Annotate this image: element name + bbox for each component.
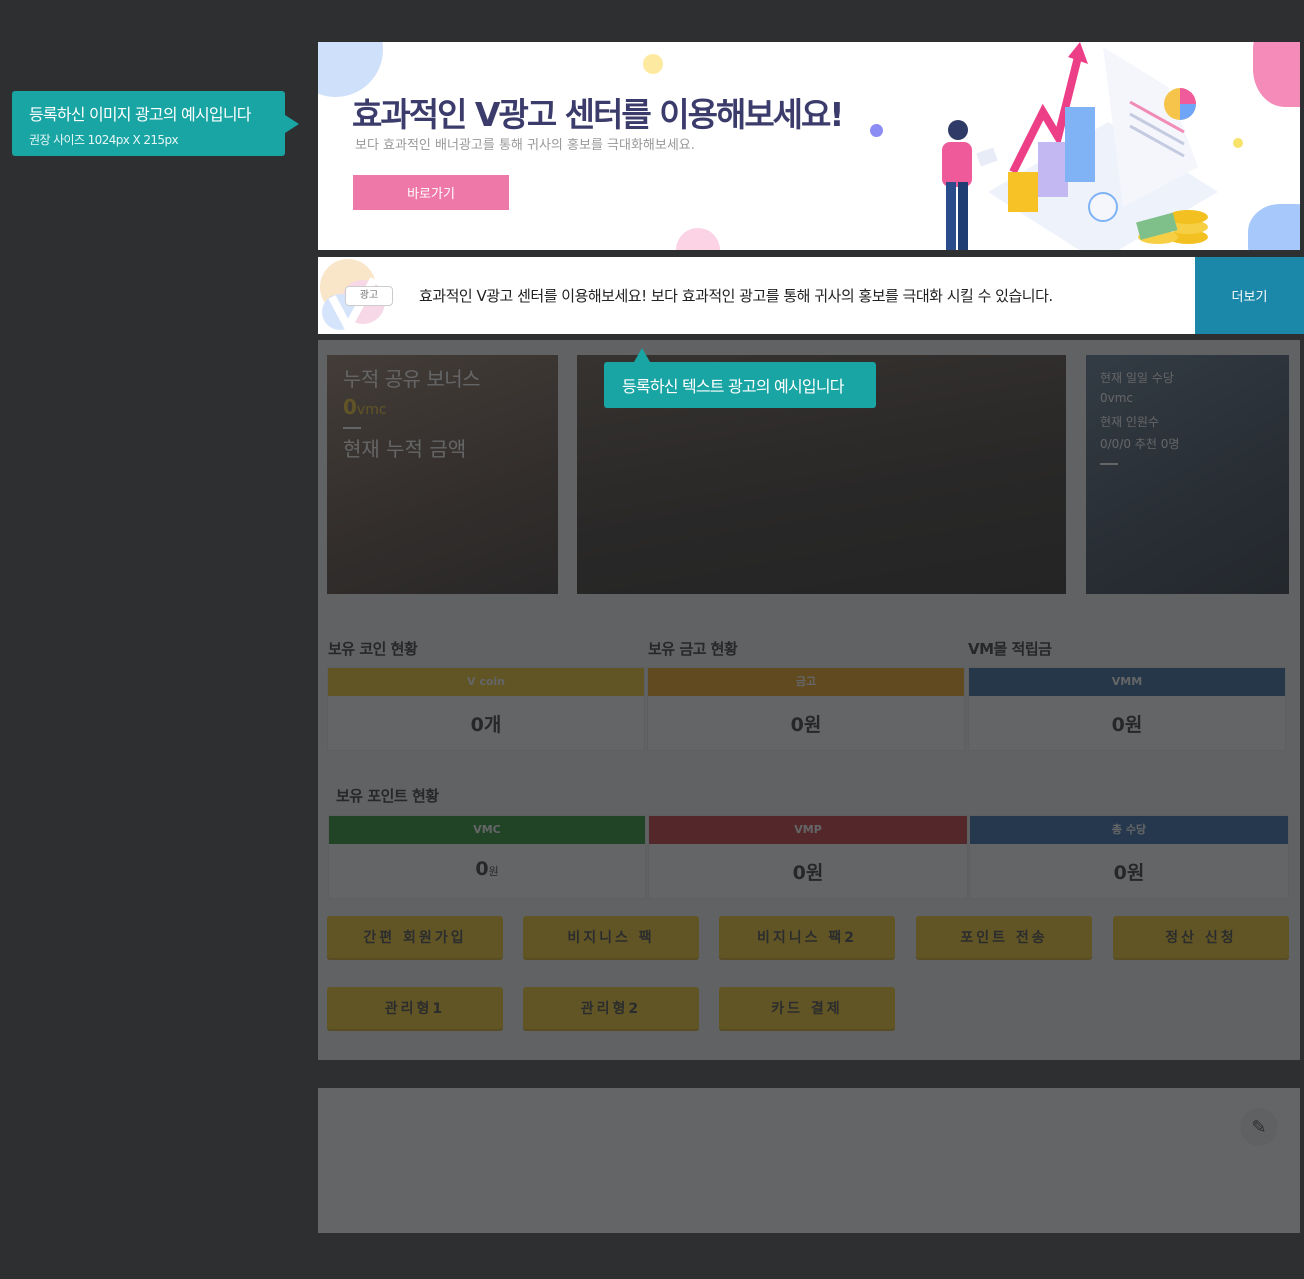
managed-type1-button[interactable]: 관리형1 xyxy=(327,987,503,1029)
gold-box: 금고 0원 xyxy=(647,667,965,751)
pencil-icon[interactable]: ✎ xyxy=(1240,1108,1278,1146)
divider xyxy=(1100,463,1118,465)
divider xyxy=(343,427,361,429)
decor-blob xyxy=(1253,42,1300,107)
dashboard-content: 누적 공유 보너스 0vmc 현재 누적 금액 현재 일일 수당 0vmc 현재… xyxy=(318,340,1300,1060)
lower-panel: ✎ xyxy=(318,1088,1300,1233)
gold-holdings-label: 보유 금고 현황 xyxy=(648,640,738,658)
vmp-value: 0원 xyxy=(792,862,824,884)
decor-circle xyxy=(643,54,663,74)
share-bonus-title: 누적 공유 보너스 xyxy=(343,367,481,391)
image-ad-banner[interactable]: 효과적인 V광고 센터를 이용해보세요! 보다 효과적인 배너광고를 통해 귀사… xyxy=(318,42,1300,250)
text-ad-tooltip: 등록하신 텍스트 광고의 예시입니다 xyxy=(604,348,876,408)
vcoin-header: V coin xyxy=(328,668,644,696)
share-bonus-card[interactable]: 누적 공유 보너스 0vmc 현재 누적 금액 xyxy=(327,355,558,594)
go-button[interactable]: 바로가기 xyxy=(353,175,509,210)
decor-circle xyxy=(676,228,720,250)
business-pack2-button[interactable]: 비지니스 팩2 xyxy=(719,916,895,958)
image-ad-size-hint: 권장 사이즈 1024px X 215px xyxy=(29,133,179,147)
text-ad-message: 효과적인 V광고 센터를 이용해보세요! 보다 효과적인 광고를 통해 귀사의 … xyxy=(419,287,1053,305)
business-pack-button[interactable]: 비지니스 팩 xyxy=(523,916,699,958)
point-transfer-button[interactable]: 포인트 전송 xyxy=(916,916,1092,958)
image-ad-tooltip: 등록하신 이미지 광고의 예시입니다 권장 사이즈 1024px X 215px xyxy=(12,91,299,156)
headcount-label: 현재 인원수 xyxy=(1100,415,1160,429)
vmm-value: 0원 xyxy=(1111,714,1143,736)
banner-subtitle: 보다 효과적인 배너광고를 통해 귀사의 홍보를 극대화해보세요. xyxy=(355,138,695,153)
vmm-header: VMM xyxy=(969,668,1285,696)
text-ad-bar[interactable]: 광고 효과적인 V광고 센터를 이용해보세요! 보다 효과적인 광고를 통해 귀… xyxy=(318,257,1304,334)
vmc-header: VMC xyxy=(329,816,645,844)
decor-blob xyxy=(1248,204,1300,250)
gold-header: 금고 xyxy=(648,668,964,696)
ad-tag-badge: 광고 xyxy=(345,286,393,306)
vcoin-value: 0개 xyxy=(470,714,502,736)
more-button[interactable]: 더보기 xyxy=(1195,257,1304,334)
vmm-box: VMM 0원 xyxy=(968,667,1286,751)
total-allowance-header: 총 수당 xyxy=(970,816,1288,844)
simple-signup-button[interactable]: 간편 회원가입 xyxy=(327,916,503,958)
daily-allowance-card[interactable]: 현재 일일 수당 0vmc 현재 인원수 0/0/0 추천 0명 xyxy=(1086,355,1289,594)
analytics-illustration xyxy=(942,42,1218,250)
points-holdings-label: 보유 포인트 현황 xyxy=(336,787,439,805)
vm-reserve-label: VM몰 적립금 xyxy=(968,640,1052,658)
managed-type2-button[interactable]: 관리형2 xyxy=(523,987,699,1029)
total-allowance-value: 0원 xyxy=(1113,862,1145,884)
coin-holdings-label: 보유 코인 현황 xyxy=(328,640,418,658)
daily-allowance-label: 현재 일일 수당 xyxy=(1100,371,1174,385)
share-bonus-value: 0vmc xyxy=(343,395,387,419)
vmp-header: VMP xyxy=(649,816,967,844)
card-payment-button[interactable]: 카드 결제 xyxy=(719,987,895,1029)
banner-headline: 효과적인 V광고 센터를 이용해보세요! xyxy=(352,95,844,134)
gold-value: 0원 xyxy=(790,714,822,736)
vcoin-box: V coin 0개 xyxy=(327,667,645,751)
headcount-value: 0/0/0 추천 0명 xyxy=(1100,437,1180,451)
daily-allowance-value: 0vmc xyxy=(1100,391,1134,405)
image-ad-tooltip-title: 등록하신 이미지 광고의 예시입니다 xyxy=(29,105,251,124)
total-allowance-box: 총 수당 0원 xyxy=(969,815,1289,899)
decor-circle xyxy=(870,124,883,137)
settlement-request-button[interactable]: 정산 신청 xyxy=(1113,916,1289,958)
vmc-value: 0원 xyxy=(475,858,499,880)
current-total-title: 현재 누적 금액 xyxy=(343,437,467,461)
vmp-box: VMP 0원 xyxy=(648,815,968,899)
vmc-box: VMC 0원 xyxy=(328,815,646,899)
